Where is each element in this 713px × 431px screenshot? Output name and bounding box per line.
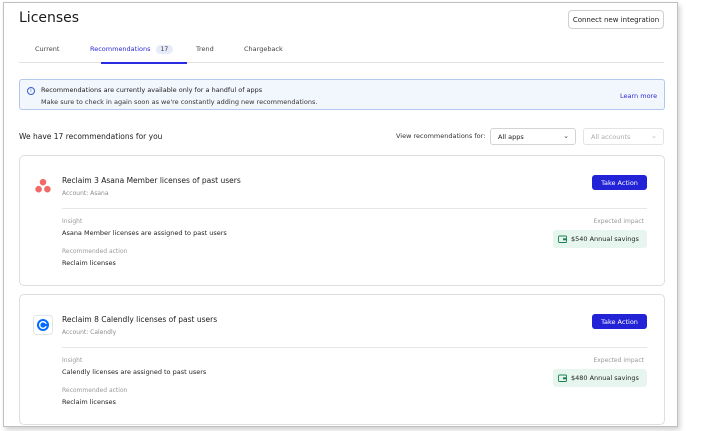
connect-integration-button[interactable]: Connect new integration [568, 10, 664, 29]
insight-label: Insight [62, 357, 83, 364]
app-window: Licenses Connect new integration Current… [3, 2, 678, 427]
tab-chargeback[interactable]: Chargeback [244, 45, 283, 53]
banner-subtitle: Make sure to check in again soon as we'r… [41, 98, 318, 106]
page-title: Licenses [19, 10, 80, 26]
filter-label: View recommendations for: [396, 132, 486, 140]
recommendations-count-badge: 17 [155, 45, 174, 54]
tab-recommendations[interactable]: Recommendations 17 [90, 45, 174, 54]
active-tab-indicator [101, 62, 187, 64]
insight-text: Calendly licenses are assigned to past u… [62, 368, 207, 376]
savings-text: $480 Annual savings [571, 374, 639, 382]
divider [62, 347, 647, 348]
insight-label: Insight [62, 218, 83, 225]
asana-logo-icon [35, 178, 51, 193]
recommended-action-text: Reclaim licenses [62, 259, 116, 267]
recommended-action-label: Recommended action [62, 387, 128, 394]
info-banner: i Recommendations are currently availabl… [19, 79, 665, 110]
card-account: Account: Asana [62, 190, 109, 197]
card-account: Account: Calendly [62, 329, 117, 336]
card-title: Reclaim 8 Calendly licenses of past user… [62, 315, 218, 324]
recommendation-card: Reclaim 3 Asana Member licenses of past … [19, 155, 665, 286]
banner-title: Recommendations are currently available … [41, 86, 263, 94]
take-action-button[interactable]: Take Action [592, 175, 647, 190]
tab-current[interactable]: Current [35, 45, 59, 53]
recommendation-card: Reclaim 8 Calendly licenses of past user… [19, 294, 665, 425]
accounts-select[interactable]: All accounts ⌄ [583, 128, 664, 145]
insight-text: Asana Member licenses are assigned to pa… [62, 229, 227, 237]
savings-text: $540 Annual savings [571, 235, 639, 243]
savings-badge: $480 Annual savings [553, 369, 647, 387]
info-icon: i [27, 87, 35, 95]
divider [62, 208, 647, 209]
apps-select[interactable]: All apps ⌄ [490, 128, 576, 145]
recommended-action-label: Recommended action [62, 248, 128, 255]
tab-trend[interactable]: Trend [196, 45, 214, 53]
take-action-button[interactable]: Take Action [592, 314, 647, 329]
tab-recommendations-label: Recommendations [90, 45, 151, 53]
expected-impact-label: Expected impact [593, 357, 644, 364]
tab-bar: Current Recommendations 17 Trend Chargeba… [19, 39, 664, 64]
card-title: Reclaim 3 Asana Member licenses of past … [62, 176, 241, 185]
chevron-down-icon: ⌄ [563, 132, 569, 140]
calendly-logo-icon [33, 315, 53, 335]
apps-select-value: All apps [498, 132, 524, 141]
recommendations-count-text: We have 17 recommendations for you [19, 132, 163, 141]
accounts-select-value: All accounts [591, 132, 631, 141]
recommended-action-text: Reclaim licenses [62, 398, 116, 406]
expected-impact-label: Expected impact [593, 218, 644, 225]
learn-more-link[interactable]: Learn more [620, 92, 657, 100]
wallet-icon [558, 374, 567, 382]
savings-badge: $540 Annual savings [553, 230, 647, 248]
chevron-down-icon: ⌄ [651, 132, 657, 140]
wallet-icon [558, 235, 567, 243]
